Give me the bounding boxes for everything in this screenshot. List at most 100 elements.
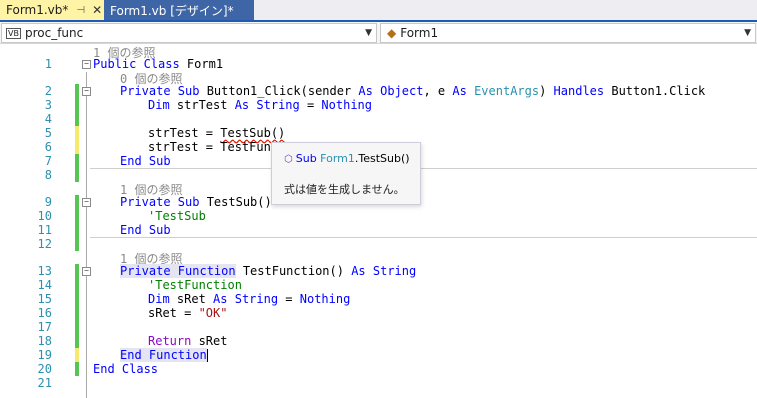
- text-caret: [206, 349, 208, 362]
- change-marker-saved: [75, 334, 79, 348]
- code-line: 3 Dim strTest As String = Nothing: [0, 98, 757, 112]
- line-number: 9: [44, 195, 52, 209]
- code-line: 15 Dim sRet As String = Nothing: [0, 292, 757, 306]
- change-marker-saved: [75, 362, 79, 376]
- code-text: Public Class Form1: [93, 57, 224, 71]
- tab-form1-design[interactable]: Form1.vb [デザイン]*: [104, 0, 254, 20]
- change-marker-saved: [75, 292, 79, 306]
- code-line: 19 End Function: [0, 348, 757, 362]
- code-text: Dim sRet As String = Nothing: [148, 292, 351, 306]
- code-text: Private Sub Button1_Click(sender As Obje…: [120, 84, 706, 98]
- line-number: 1: [44, 57, 52, 71]
- code-text: sRet = "OK": [148, 306, 228, 320]
- code-line: 11 End Sub: [0, 223, 757, 237]
- code-line: 12: [0, 237, 757, 251]
- tooltip-description: 式は値を生成しません。: [284, 183, 405, 196]
- code-text: strTest = TestFunc: [148, 140, 279, 154]
- method-icon: ⬡: [284, 154, 293, 165]
- code-line: 5 strTest = TestSub(): [0, 126, 757, 140]
- class-icon: ◆: [387, 26, 397, 40]
- code-line: 18 Return sRet: [0, 334, 757, 348]
- change-marker-saved: [75, 112, 79, 126]
- line-number: 18: [37, 334, 52, 348]
- error-squiggle: TestSub(): [220, 126, 286, 140]
- change-marker-saved: [75, 264, 79, 278]
- tooltip-signature: ⬡ Sub Form1.TestSub(): [284, 152, 410, 165]
- line-number: 11: [37, 223, 52, 237]
- quickinfo-tooltip: ⬡ Sub Form1.TestSub() 式は値を生成しません。: [271, 142, 421, 205]
- line-number: 5: [44, 126, 52, 140]
- change-marker-saved: [75, 306, 79, 320]
- code-editor[interactable]: 1 個の参照 0 個の参照 1 個の参照 1 個の参照 1 − Public C…: [0, 44, 757, 398]
- code-line: 16 sRet = "OK": [0, 306, 757, 320]
- pin-icon[interactable]: ⊣: [76, 5, 85, 16]
- line-number: 13: [37, 264, 52, 278]
- collapse-icon[interactable]: −: [82, 198, 91, 207]
- change-marker-saved: [75, 84, 79, 98]
- line-number: 8: [44, 168, 52, 182]
- code-text: End Function: [120, 348, 208, 362]
- code-text: End Class: [93, 362, 159, 376]
- code-text: Private Sub TestSub(): [120, 195, 272, 209]
- code-text: Dim strTest As String = Nothing: [148, 98, 372, 112]
- line-number: 7: [44, 154, 52, 168]
- collapse-icon[interactable]: −: [82, 60, 91, 69]
- code-line: 21: [0, 376, 757, 390]
- chevron-down-icon[interactable]: ▼: [365, 28, 372, 38]
- type-name: Form1: [400, 26, 439, 40]
- code-line: 13 − Private Function TestFunction() As …: [0, 264, 757, 278]
- navigation-bar: VB proc_func ▼ ◆ Form1 ▼: [0, 22, 757, 44]
- line-number: 3: [44, 98, 52, 112]
- code-text: Return sRet: [148, 334, 228, 348]
- line-number: 2: [44, 84, 52, 98]
- code-line: 20 End Class: [0, 362, 757, 376]
- line-number: 14: [37, 278, 52, 292]
- tab-label: Form1.vb [デザイン]*: [110, 3, 234, 18]
- chevron-down-icon[interactable]: ▼: [744, 28, 751, 38]
- change-marker-unsaved: [75, 348, 79, 362]
- code-text: strTest = TestSub(): [148, 126, 286, 140]
- change-marker-unsaved: [75, 140, 79, 154]
- code-line: 4: [0, 112, 757, 126]
- line-number: 17: [37, 320, 52, 334]
- line-number: 16: [37, 306, 52, 320]
- line-number: 21: [37, 376, 52, 390]
- project-dropdown[interactable]: VB proc_func ▼: [1, 23, 377, 43]
- line-number: 20: [37, 362, 52, 376]
- collapse-icon[interactable]: −: [82, 267, 91, 276]
- code-text: End Sub: [120, 223, 171, 237]
- code-line: 1 − Public Class Form1: [0, 57, 757, 71]
- close-icon[interactable]: ✕: [92, 3, 102, 17]
- code-line: 2 − Private Sub Button1_Click(sender As …: [0, 84, 757, 98]
- code-line: 17: [0, 320, 757, 334]
- code-line: 10 'TestSub: [0, 209, 757, 223]
- change-marker-unsaved: [75, 126, 79, 140]
- line-number: 19: [37, 348, 52, 362]
- line-number: 10: [37, 209, 52, 223]
- change-marker-saved: [75, 278, 79, 292]
- code-line: 14 'TestFunction: [0, 278, 757, 292]
- code-comment: 'TestFunction: [148, 278, 242, 292]
- line-number: 6: [44, 140, 52, 154]
- change-marker-saved: [75, 223, 79, 237]
- line-number: 12: [37, 237, 52, 251]
- type-dropdown[interactable]: ◆ Form1 ▼: [380, 23, 756, 43]
- tab-form1-vb[interactable]: Form1.vb* ⊣ ✕: [0, 0, 104, 20]
- document-tab-strip: Form1.vb* ⊣ ✕ Form1.vb [デザイン]*: [0, 0, 757, 22]
- tab-label: Form1.vb*: [6, 3, 69, 17]
- vb-project-icon: VB: [6, 27, 21, 39]
- change-marker-saved: [75, 320, 79, 334]
- collapse-icon[interactable]: −: [82, 87, 91, 96]
- change-marker-saved: [75, 98, 79, 112]
- line-number: 15: [37, 292, 52, 306]
- change-marker-saved: [75, 195, 79, 209]
- change-marker-saved: [75, 209, 79, 223]
- change-marker-saved: [75, 237, 79, 251]
- project-name: proc_func: [24, 26, 84, 40]
- code-comment: 'TestSub: [148, 209, 206, 223]
- change-marker-saved: [75, 154, 79, 168]
- code-text: End Sub: [120, 154, 171, 168]
- change-marker-saved: [75, 168, 79, 182]
- line-number: 4: [44, 112, 52, 126]
- code-text: Private Function TestFunction() As Strin…: [120, 264, 417, 278]
